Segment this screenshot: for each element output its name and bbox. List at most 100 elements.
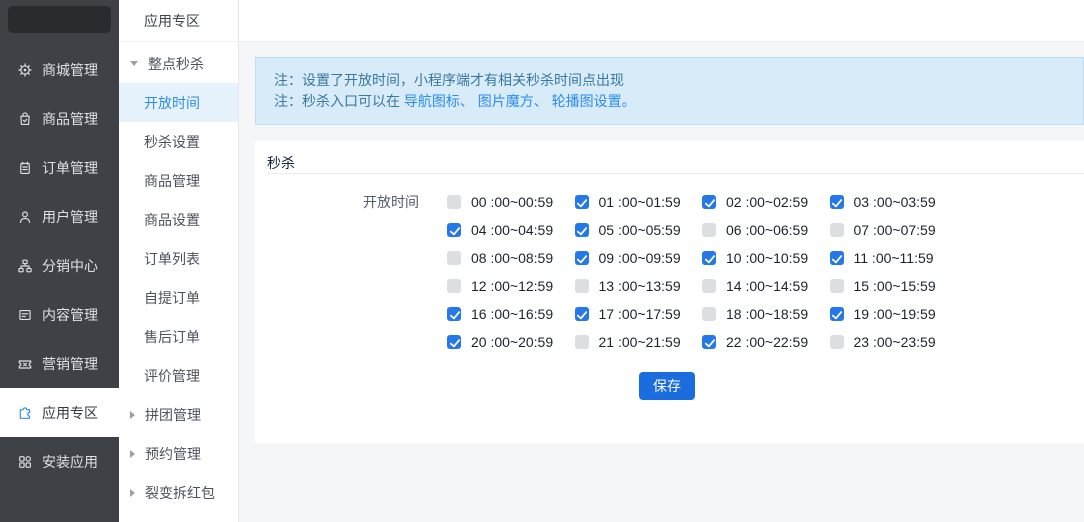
submenu-item[interactable]: 商品设置 [119,200,238,239]
time-slot[interactable]: 06 :00~06:59 [702,222,830,238]
time-slot[interactable]: 23 :00~23:59 [829,334,958,350]
save-button[interactable]: 保存 [639,372,695,400]
checkbox-unchecked-icon[interactable] [447,251,461,265]
time-slot-label: 09 :00~09:59 [598,250,681,266]
submenu-item[interactable]: 售后订单 [119,317,238,356]
time-slot-label: 20 :00~20:59 [471,334,554,350]
checkbox-checked-icon[interactable] [829,195,844,209]
time-slot[interactable]: 02 :00~02:59 [702,194,830,210]
submenu-group[interactable]: 预约管理 [119,434,238,473]
time-slot[interactable]: 17 :00~17:59 [574,306,703,322]
logo-placeholder [8,6,111,33]
checkbox-checked-icon[interactable] [574,251,589,265]
submenu-item-label: 商品设置 [144,211,200,228]
checkbox-checked-icon[interactable] [829,307,844,321]
puzzle-icon [17,405,33,421]
submenu-item[interactable]: 订单列表 [119,239,238,278]
chevron-down-icon [130,61,138,66]
checkbox-unchecked-icon[interactable] [574,279,589,293]
time-slot[interactable]: 11 :00~11:59 [829,250,958,266]
notice-line-2-text: 注：秒杀入口可以在 [274,93,404,109]
submenu-item-label: 拼团管理 [145,406,201,423]
network-icon [17,258,33,274]
time-slot[interactable]: 00 :00~00:59 [447,194,575,210]
submenu-group[interactable]: 拼团管理 [119,395,238,434]
sidebar-item[interactable]: 安装应用 [0,437,119,486]
time-slot[interactable]: 01 :00~01:59 [574,194,703,210]
checkbox-checked-icon[interactable] [574,195,589,209]
sidebar-item-label: 商品管理 [42,110,98,127]
checkbox-unchecked-icon[interactable] [702,223,716,237]
time-slot[interactable]: 03 :00~03:59 [829,194,958,210]
checkbox-unchecked-icon[interactable] [702,307,716,321]
time-slot[interactable]: 18 :00~18:59 [702,306,830,322]
sidebar-item[interactable]: 订单管理 [0,143,119,192]
primary-sidebar: 商城管理 商品管理 订单管理 用户管理 分销中心 内容管理 营销管理 应用专区 … [0,0,119,522]
time-slot[interactable]: 04 :00~04:59 [447,222,575,238]
sidebar-item[interactable]: 内容管理 [0,290,119,339]
notice-links[interactable]: 导航图标、 图片魔方、 轮播图设置。 [404,93,636,109]
sidebar-item-label: 营销管理 [42,355,98,372]
submenu-item[interactable]: 商品管理 [119,161,238,200]
time-slot[interactable]: 21 :00~21:59 [574,334,703,350]
sidebar-item[interactable]: 营销管理 [0,339,119,388]
time-slot-label: 06 :00~06:59 [726,222,809,238]
checkbox-checked-icon[interactable] [447,223,461,237]
time-slot[interactable]: 14 :00~14:59 [702,278,830,294]
submenu-item[interactable]: 秒杀设置 [119,122,238,161]
submenu-item[interactable]: 自提订单 [119,278,238,317]
sidebar-item[interactable]: 应用专区 [0,388,119,437]
checkbox-checked-icon[interactable] [447,307,461,321]
checkbox-checked-icon[interactable] [702,251,716,265]
content-icon [17,307,33,323]
notice-line-1: 注：设置了开放时间，小程序端才有相关秒杀时间点出现 [274,72,624,88]
time-slot[interactable]: 12 :00~12:59 [447,278,575,294]
checkbox-checked-icon[interactable] [702,335,716,349]
ticket-icon [17,356,33,372]
checkbox-unchecked-icon[interactable] [829,335,844,349]
time-slot-label: 14 :00~14:59 [726,278,809,294]
time-slot-label: 19 :00~19:59 [853,306,936,322]
sidebar-item[interactable]: 用户管理 [0,192,119,241]
time-slot[interactable]: 16 :00~16:59 [447,306,575,322]
submenu-item-label: 开放时间 [144,94,200,111]
time-slot[interactable]: 20 :00~20:59 [447,334,575,350]
checkbox-checked-icon[interactable] [702,195,716,209]
time-slot[interactable]: 09 :00~09:59 [574,250,703,266]
time-slot[interactable]: 13 :00~13:59 [574,278,703,294]
checkbox-unchecked-icon[interactable] [574,335,589,349]
submenu-group[interactable]: 裂变拆红包 [119,473,238,512]
secondary-sidebar: 应用专区 整点秒杀开放时间秒杀设置 商品管理商品设置订单列表自提订单售后订单评价管… [119,0,239,522]
submenu-item[interactable]: 评价管理 [119,356,238,395]
submenu-title: 应用专区 [119,0,238,42]
time-slot-label: 07 :00~07:59 [853,222,936,238]
sidebar-item-label: 订单管理 [42,159,98,176]
time-slot[interactable]: 15 :00~15:59 [829,278,958,294]
checkbox-unchecked-icon[interactable] [829,223,844,237]
submenu-item-label: 订单列表 [144,250,200,267]
main-header [239,0,1084,42]
checkbox-checked-icon[interactable] [574,307,589,321]
sidebar-item-label: 用户管理 [42,208,98,225]
main-content: 注：设置了开放时间，小程序端才有相关秒杀时间点出现 注：秒杀入口可以在 导航图标… [239,0,1084,522]
checkbox-unchecked-icon[interactable] [702,279,716,293]
time-slot[interactable]: 07 :00~07:59 [829,222,958,238]
submenu-item-label: 售后订单 [144,328,200,345]
submenu-group[interactable]: 整点秒杀 [119,44,238,83]
checkbox-unchecked-icon[interactable] [447,195,461,209]
checkbox-checked-icon[interactable] [447,335,461,349]
sidebar-item[interactable]: 商城管理 [0,45,119,94]
time-slot[interactable]: 10 :00~10:59 [702,250,830,266]
time-slot[interactable]: 05 :00~05:59 [574,222,703,238]
checkbox-checked-icon[interactable] [574,223,589,237]
checkbox-unchecked-icon[interactable] [447,279,461,293]
submenu-item[interactable]: 开放时间 [119,83,238,122]
sidebar-item[interactable]: 商品管理 [0,94,119,143]
time-slot[interactable]: 22 :00~22:59 [702,334,830,350]
checkbox-unchecked-icon[interactable] [829,279,844,293]
time-slot[interactable]: 19 :00~19:59 [829,306,958,322]
time-slot-label: 08 :00~08:59 [471,250,554,266]
sidebar-item[interactable]: 分销中心 [0,241,119,290]
time-slot[interactable]: 08 :00~08:59 [447,250,575,266]
checkbox-checked-icon[interactable] [829,251,844,265]
